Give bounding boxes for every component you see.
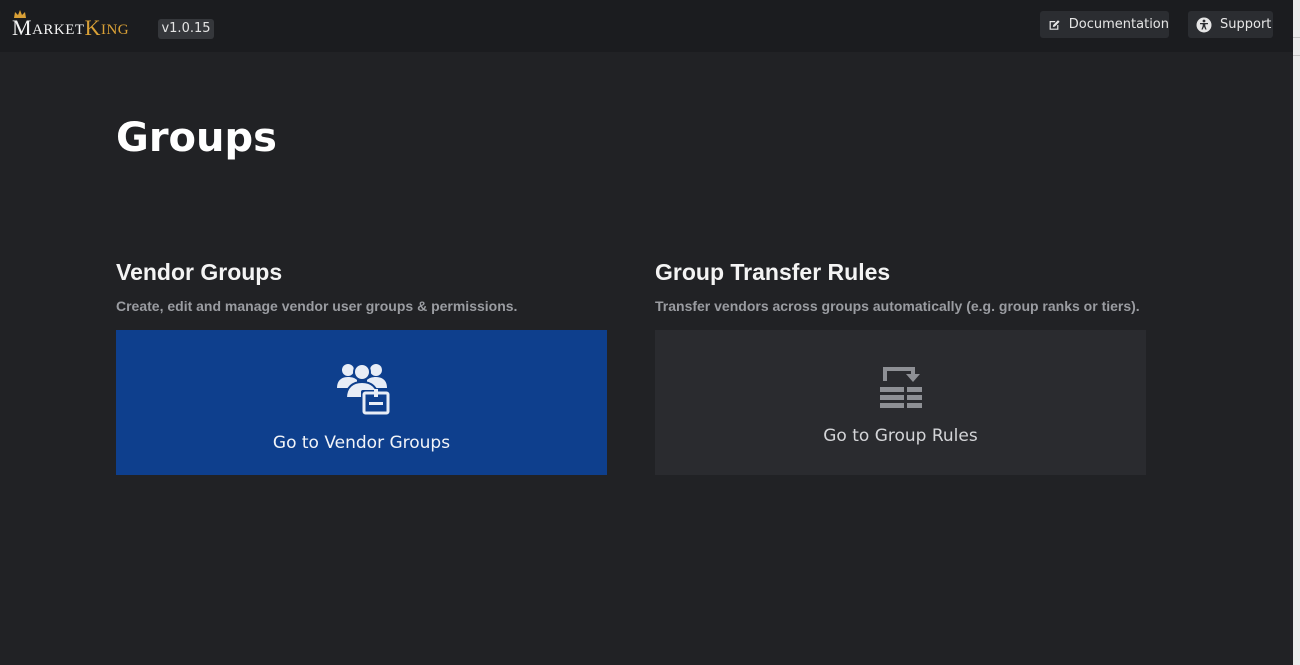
crown-icon [14, 10, 26, 18]
go-to-group-rules-label: Go to Group Rules [823, 426, 978, 446]
support-button[interactable]: Support [1188, 11, 1273, 38]
marketking-logo[interactable]: M ARKET K ING [12, 10, 129, 43]
top-bar: M ARKET K ING v1.0.15 Documentation Support [0, 0, 1293, 52]
documentation-button[interactable]: Documentation [1040, 11, 1169, 38]
accessibility-icon [1196, 17, 1212, 32]
edit-document-icon [1049, 19, 1060, 30]
support-label: Support [1220, 17, 1272, 32]
browser-scrollbar-area [1293, 0, 1300, 665]
group-transfer-rules-title: Group Transfer Rules [655, 259, 891, 285]
version-badge: v1.0.15 [158, 19, 214, 39]
vendor-groups-icon [336, 363, 389, 415]
group-rules-icon [879, 367, 922, 408]
go-to-vendor-groups-label: Go to Vendor Groups [272, 433, 451, 453]
vendor-groups-title: Vendor Groups [116, 259, 283, 285]
go-to-group-rules-button[interactable]: Go to Group Rules [655, 330, 1146, 475]
page-title: Groups [116, 115, 277, 161]
vendor-groups-description: Create, edit and manage vendor user grou… [116, 298, 518, 314]
group-transfer-rules-description: Transfer vendors across groups automatic… [655, 298, 1140, 314]
documentation-label: Documentation [1068, 17, 1169, 32]
go-to-vendor-groups-button[interactable]: Go to Vendor Groups [116, 330, 607, 475]
app-window: M ARKET K ING v1.0.15 Documentation Support… [0, 0, 1293, 665]
